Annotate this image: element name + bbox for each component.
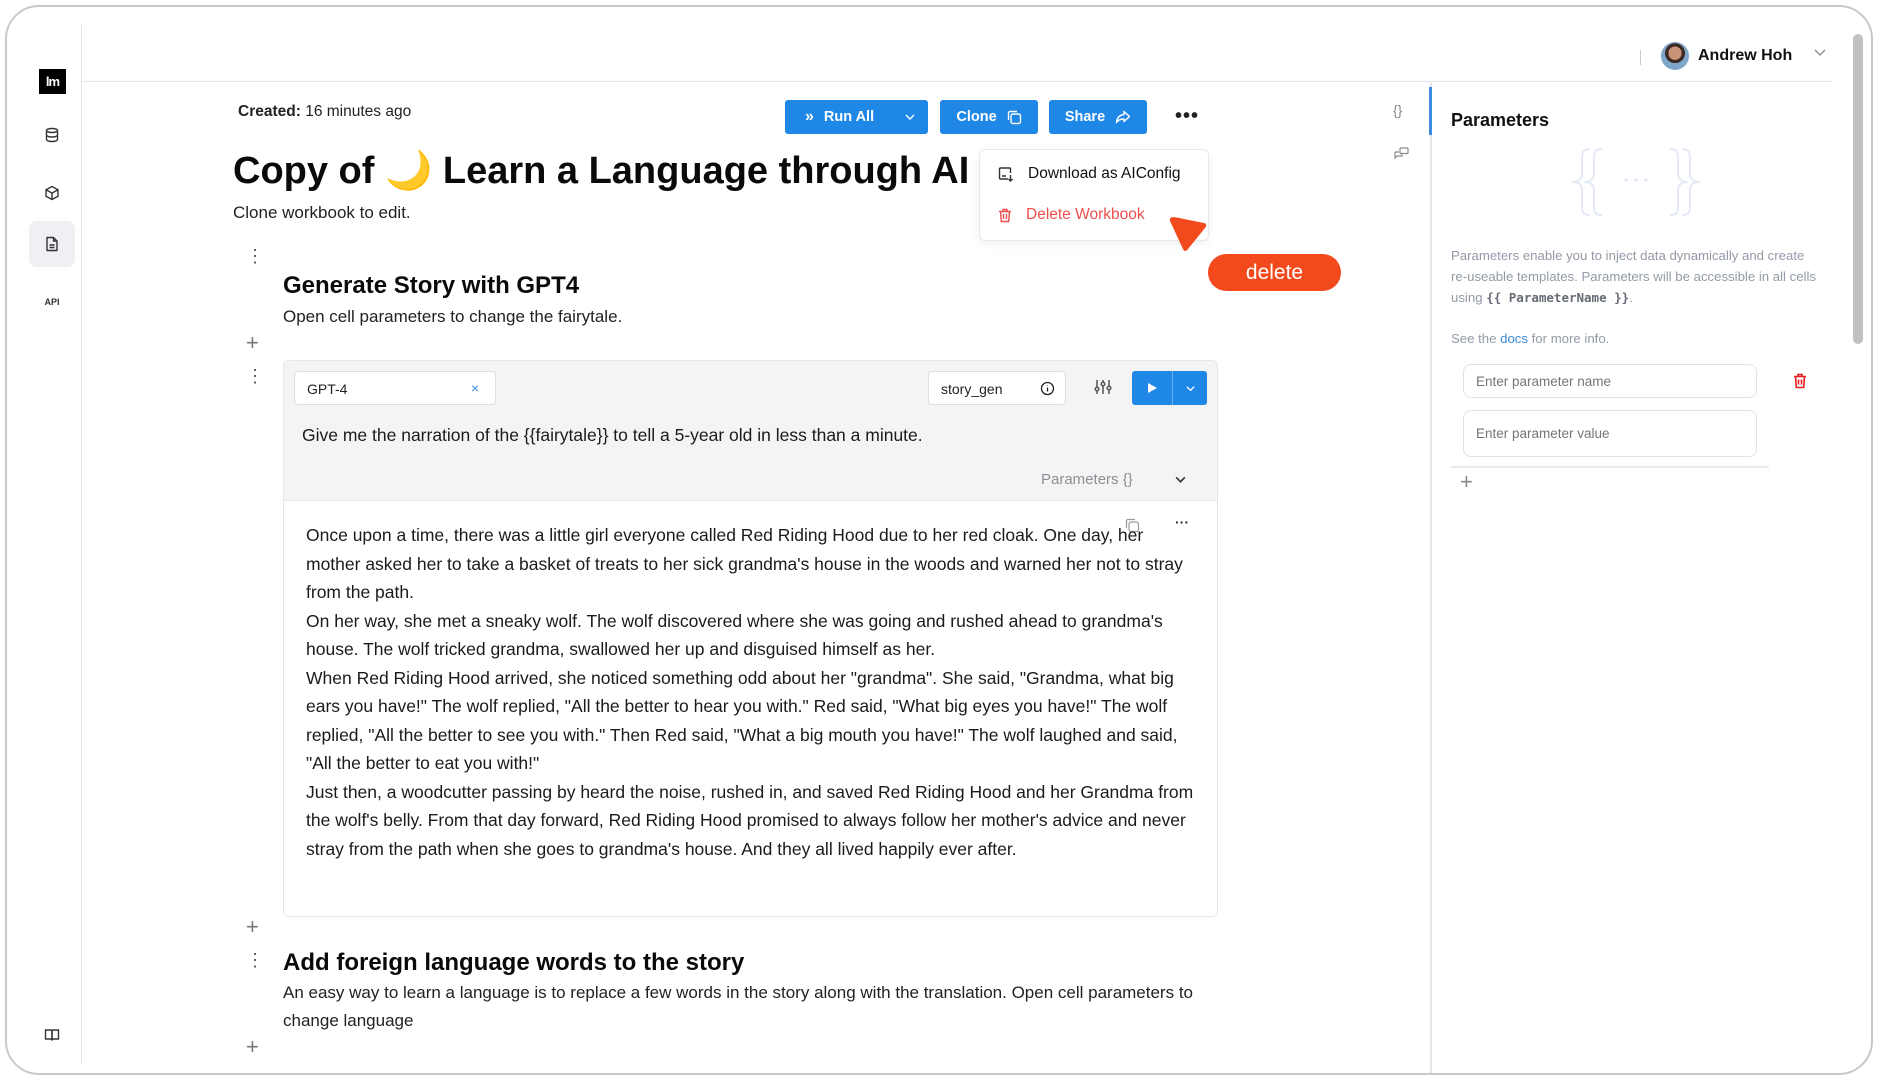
- desc-text: .: [1629, 290, 1633, 305]
- prompt-cell: GPT-4 × story_gen Give me the narration …: [283, 360, 1218, 917]
- parameters-divider: [1451, 466, 1769, 468]
- braces-illustration-icon: [1571, 148, 1701, 216]
- parameters-panel: Parameters Parameters enable you to inje…: [1432, 83, 1844, 1073]
- docs-link[interactable]: docs: [1500, 331, 1528, 346]
- docs-text: for more info.: [1527, 331, 1610, 346]
- model-select[interactable]: GPT-4 ×: [294, 371, 496, 405]
- double-chevron-right-icon: »: [805, 108, 814, 125]
- share-button[interactable]: Share: [1049, 100, 1147, 134]
- info-icon[interactable]: [1040, 381, 1055, 396]
- app-logo[interactable]: lm: [39, 69, 66, 94]
- cell-parameters-toggle[interactable]: Parameters {}: [1041, 471, 1133, 488]
- created-info: Created: 16 minutes ago: [238, 103, 411, 121]
- run-button[interactable]: [1132, 371, 1173, 405]
- workbook-subtitle: Clone workbook to edit.: [233, 203, 411, 222]
- output-paragraph: Once upon a time, there was a little gir…: [306, 525, 1183, 602]
- add-cell-button[interactable]: +: [246, 330, 259, 356]
- copy-icon: [1007, 110, 1021, 124]
- user-name[interactable]: Andrew Hoh: [1698, 47, 1792, 65]
- cell-drag-handle[interactable]: ⋮: [246, 246, 264, 267]
- delete-parameter-icon[interactable]: [1793, 373, 1807, 389]
- download-config-icon: [998, 167, 1013, 182]
- left-rail: lm API: [7, 25, 82, 1065]
- play-icon: [1148, 383, 1157, 393]
- json-view-icon[interactable]: {}: [1393, 102, 1402, 118]
- comments-icon[interactable]: [1394, 147, 1409, 160]
- prompt-name-field[interactable]: story_gen: [928, 371, 1066, 405]
- share-arrow-icon: [1115, 110, 1131, 124]
- prompt-name-value: story_gen: [941, 381, 1003, 397]
- parameter-value-input[interactable]: [1463, 410, 1757, 457]
- cell-output: Once upon a time, there was a little gir…: [306, 521, 1196, 863]
- header-separator: [1640, 50, 1641, 65]
- chevron-down-icon[interactable]: [1813, 45, 1827, 59]
- menu-item-label: Delete Workbook: [1026, 206, 1145, 223]
- workbook-title: Copy of 🌙 Learn a Language through AI: [233, 150, 970, 192]
- created-label: Created:: [238, 103, 301, 120]
- annotation-cursor-icon: [1169, 217, 1207, 251]
- model-value: GPT-4: [307, 381, 348, 397]
- menu-item-label: Download as AIConfig: [1028, 165, 1181, 182]
- rail-item-workbooks[interactable]: [29, 221, 75, 267]
- prompt-input[interactable]: Give me the narration of the {{fairytale…: [302, 425, 923, 446]
- docs-text: See the: [1451, 331, 1501, 346]
- page-scrollbar[interactable]: [1853, 34, 1863, 344]
- top-bar: Andrew Hoh: [83, 25, 1833, 82]
- section-heading: Add foreign language words to the story: [283, 949, 745, 976]
- run-options-dropdown[interactable]: [1173, 371, 1207, 405]
- chevron-down-icon: [1185, 385, 1195, 391]
- rail-item-docs[interactable]: [29, 1012, 75, 1058]
- chevron-down-icon[interactable]: [1174, 473, 1187, 486]
- more-options-button[interactable]: •••: [1175, 105, 1199, 128]
- output-paragraph: On her way, she met a sneaky wolf. The w…: [306, 610, 1163, 660]
- run-cell-button[interactable]: [1132, 371, 1207, 405]
- app-window: lm API Andrew Hoh Created: 16 minutes ag…: [5, 5, 1873, 1075]
- section-description: An easy way to learn a language is to re…: [283, 983, 1193, 1030]
- parameters-title: Parameters: [1451, 110, 1550, 130]
- clone-label: Clone: [956, 109, 997, 125]
- clear-model-icon[interactable]: ×: [471, 380, 479, 396]
- rail-item-models[interactable]: [29, 170, 75, 216]
- output-paragraph: Just then, a woodcutter passing by heard…: [306, 781, 1194, 859]
- menu-item-download-aiconfig[interactable]: Download as AIConfig: [998, 165, 1181, 183]
- parameter-syntax: {{ ParameterName }}: [1486, 290, 1630, 305]
- trash-icon: [999, 208, 1011, 222]
- add-cell-button[interactable]: +: [246, 914, 259, 940]
- workbook-main: Created: 16 minutes ago » Run All Clone …: [83, 83, 1428, 1073]
- clone-button[interactable]: Clone: [940, 100, 1038, 134]
- rail-item-api[interactable]: API: [29, 279, 75, 325]
- chevron-down-icon: [905, 114, 915, 120]
- add-cell-button[interactable]: +: [246, 1034, 259, 1060]
- section-heading: Generate Story with GPT4: [283, 272, 580, 299]
- cell-drag-handle[interactable]: ⋮: [246, 950, 264, 971]
- rail-item-database[interactable]: [29, 112, 75, 158]
- book-icon: [44, 1029, 60, 1041]
- cube-icon: [45, 185, 59, 201]
- run-all-button[interactable]: » Run All: [785, 100, 928, 134]
- api-label: API: [44, 297, 60, 307]
- parameter-name-input[interactable]: [1463, 364, 1757, 398]
- prompt-editor: GPT-4 × story_gen Give me the narration …: [284, 361, 1217, 501]
- document-icon: [46, 236, 58, 252]
- docs-hint: See the docs for more info.: [1451, 331, 1609, 346]
- share-label: Share: [1064, 109, 1106, 125]
- cell-drag-handle[interactable]: ⋮: [246, 366, 264, 387]
- user-avatar[interactable]: [1661, 42, 1689, 70]
- created-value: 16 minutes ago: [305, 103, 412, 120]
- section-description: Open cell parameters to change the fairy…: [283, 307, 623, 326]
- database-icon: [45, 127, 59, 143]
- add-parameter-button[interactable]: +: [1460, 469, 1473, 495]
- run-all-dropdown[interactable]: [892, 100, 928, 134]
- parameters-description: Parameters enable you to inject data dyn…: [1451, 245, 1821, 308]
- annotation-label: delete: [1208, 254, 1341, 291]
- menu-item-delete-workbook[interactable]: Delete Workbook: [998, 206, 1145, 224]
- output-paragraph: When Red Riding Hood arrived, she notice…: [306, 667, 1178, 774]
- run-all-label: Run All: [823, 109, 875, 125]
- settings-sliders-icon[interactable]: [1094, 378, 1112, 396]
